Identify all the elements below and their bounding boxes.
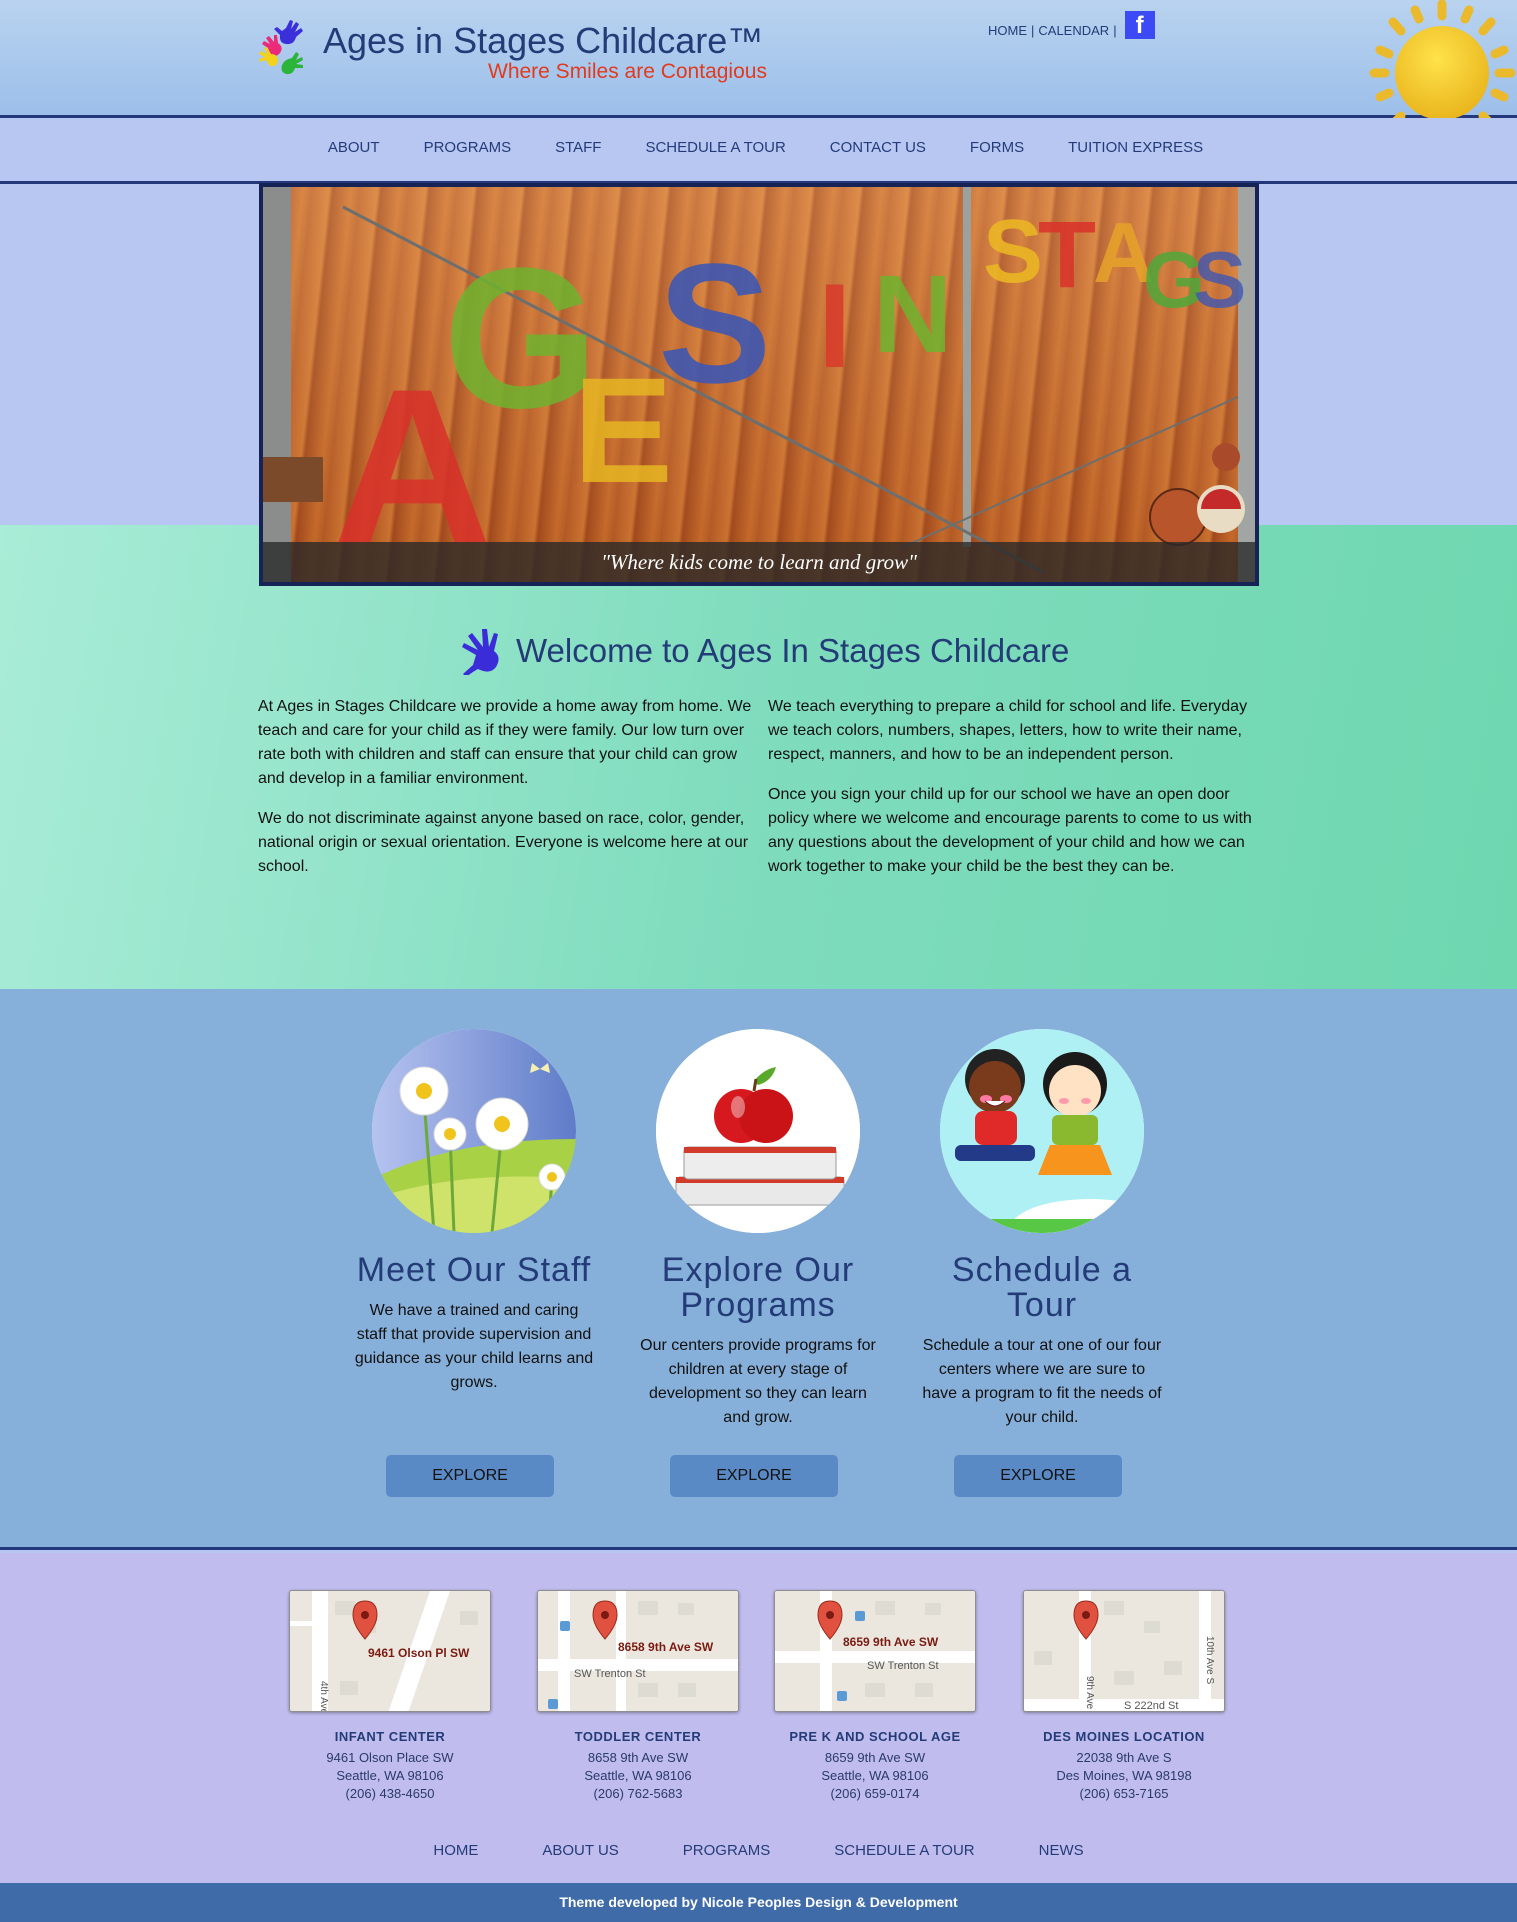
- nav-item-schedule-a-tour[interactable]: SCHEDULE A TOUR: [623, 139, 807, 156]
- fence-painting-image: A G E S I N S T A G S: [263, 187, 1255, 582]
- svg-text:T: T: [1038, 202, 1096, 308]
- welcome-paragraph: We teach everything to prepare a child f…: [768, 698, 1248, 763]
- svg-text:S: S: [983, 202, 1043, 302]
- location-city: Seattle, WA 98106: [336, 1768, 444, 1783]
- nav-item-contact-us[interactable]: CONTACT US: [808, 139, 948, 156]
- map-address-label: 9461 Olson Pl SW: [368, 1646, 470, 1660]
- map-street-label: S 222nd St: [1124, 1700, 1178, 1712]
- main-nav: ABOUT PROGRAMS STAFF SCHEDULE A TOUR CON…: [0, 118, 1517, 184]
- svg-text:I: I: [818, 259, 851, 393]
- explore-staff-button[interactable]: EXPLORE: [386, 1455, 554, 1497]
- map-street-label: 4th Ave SW: [318, 1681, 329, 1712]
- feature-title: Explore Our Programs: [661, 1251, 855, 1324]
- footer-nav-about-us[interactable]: ABOUT US: [510, 1842, 650, 1859]
- hero-image: A G E S I N S T A G S "Where kids come t…: [263, 187, 1255, 582]
- location-infant-center: 4th Ave SW 9461 Olson Pl SW INFANT CENTE…: [288, 1590, 492, 1803]
- feature-meet-our-staff: Meet Our Staff We have a trained and car…: [344, 1029, 604, 1497]
- nav-item-forms[interactable]: FORMS: [948, 139, 1046, 156]
- location-street: 8658 9th Ave SW: [587, 1750, 689, 1765]
- svg-text:N: N: [873, 253, 952, 376]
- explore-programs-button[interactable]: EXPLORE: [670, 1455, 838, 1497]
- nav-item-about[interactable]: ABOUT: [306, 139, 402, 156]
- footer-nav-news[interactable]: NEWS: [1007, 1842, 1116, 1859]
- welcome-paragraph: Once you sign your child up for our scho…: [768, 786, 1252, 875]
- locations-footer: 4th Ave SW 9461 Olson Pl SW INFANT CENTE…: [0, 1553, 1517, 1883]
- top-nav-separator: |: [1113, 22, 1117, 38]
- location-street: 8659 9th Ave SW: [824, 1750, 926, 1765]
- footer-nav-programs[interactable]: PROGRAMS: [651, 1842, 803, 1859]
- map-address-label: 8658 9th Ave SW: [618, 1640, 714, 1654]
- footer-nav-home[interactable]: HOME: [401, 1842, 510, 1859]
- location-phone[interactable]: (206) 653-7165: [1022, 1785, 1226, 1803]
- location-name: DES MOINES LOCATION: [1043, 1729, 1205, 1744]
- site-tagline: Where Smiles are Contagious: [488, 60, 767, 83]
- welcome-heading: Welcome to Ages In Stages Childcare: [516, 632, 1070, 669]
- map-street-label: SW Trenton St: [867, 1660, 939, 1672]
- location-name: PRE K AND SCHOOL AGE: [789, 1729, 961, 1744]
- footer-nav: HOME ABOUT US PROGRAMS SCHEDULE A TOUR N…: [0, 1842, 1517, 1859]
- footer-nav-schedule-a-tour[interactable]: SCHEDULE A TOUR: [802, 1842, 1006, 1859]
- feature-description: Schedule a tour at one of our four cente…: [922, 1337, 1162, 1426]
- location-name: TODDLER CENTER: [574, 1729, 702, 1744]
- location-phone[interactable]: (206) 438-4650: [288, 1785, 492, 1803]
- feature-description: We have a trained and caring staff that …: [354, 1302, 594, 1391]
- apple-books-image: [656, 1029, 860, 1233]
- location-street: 9461 Olson Place SW: [326, 1750, 454, 1765]
- feature-schedule-a-tour: Schedule a Tour Schedule a tour at one o…: [912, 1029, 1172, 1497]
- map-street-label: 10th Ave S: [1204, 1636, 1215, 1685]
- location-des-moines: S 222nd St 9th Ave 10th Ave S DES MOINES…: [1022, 1590, 1226, 1803]
- welcome-paragraph: We do not discriminate against anyone ba…: [258, 810, 749, 875]
- welcome-paragraph: At Ages in Stages Childcare we provide a…: [258, 698, 752, 787]
- location-phone[interactable]: (206) 762-5683: [536, 1785, 740, 1803]
- hand-icon: [462, 629, 499, 675]
- nav-item-programs[interactable]: PROGRAMS: [402, 139, 534, 156]
- location-street: 22038 9th Ave S: [1076, 1750, 1172, 1765]
- footer-credit: Theme developed by Nicole Peoples Design…: [0, 1883, 1517, 1922]
- location-pre-k-school-age: 8659 9th Ave SW SW Trenton St PRE K AND …: [773, 1590, 977, 1803]
- happy-kids-image: [940, 1029, 1144, 1233]
- nav-item-tuition-express[interactable]: TUITION EXPRESS: [1046, 139, 1225, 156]
- top-nav-separator: |: [1031, 22, 1035, 38]
- feature-title: Schedule a Tour: [951, 1251, 1133, 1324]
- top-nav: HOME | CALENDAR | f: [988, 11, 1155, 39]
- location-map[interactable]: S 222nd St 9th Ave 10th Ave S: [1023, 1590, 1225, 1712]
- map-address-label: 8659 9th Ave SW: [843, 1635, 939, 1649]
- welcome-text-left: At Ages in Stages Childcare we provide a…: [258, 695, 758, 895]
- location-map[interactable]: 8658 9th Ave SW SW Trenton St: [537, 1590, 739, 1712]
- welcome-background: [0, 525, 1517, 989]
- site-header: Ages in Stages Childcare™ Where Smiles a…: [0, 0, 1517, 147]
- feature-description: Our centers provide programs for childre…: [640, 1337, 876, 1426]
- explore-tour-button[interactable]: EXPLORE: [954, 1455, 1122, 1497]
- facebook-icon[interactable]: f: [1124, 11, 1155, 39]
- nav-item-staff[interactable]: STAFF: [533, 139, 623, 156]
- hero-caption: "Where kids come to learn and grow": [263, 542, 1255, 582]
- map-street-label: 9th Ave: [1084, 1676, 1095, 1710]
- location-city: Des Moines, WA 98198: [1056, 1768, 1192, 1783]
- location-name: INFANT CENTER: [334, 1729, 446, 1744]
- location-map[interactable]: 4th Ave SW 9461 Olson Pl SW: [289, 1590, 491, 1712]
- top-nav-calendar-link[interactable]: CALENDAR: [1038, 23, 1109, 38]
- hero-banner: A G E S I N S T A G S "Where kids come t…: [259, 183, 1259, 586]
- location-city: Seattle, WA 98106: [584, 1768, 692, 1783]
- map-street-label: SW Trenton St: [574, 1668, 646, 1680]
- top-nav-home-link[interactable]: HOME: [988, 23, 1027, 38]
- site-title[interactable]: Ages in Stages Childcare™: [323, 20, 763, 62]
- location-toddler-center: 8658 9th Ave SW SW Trenton St TODDLER CE…: [536, 1590, 740, 1803]
- welcome-text-right: We teach everything to prepare a child f…: [768, 695, 1268, 895]
- location-map[interactable]: 8659 9th Ave SW SW Trenton St: [774, 1590, 976, 1712]
- handprints-logo-icon[interactable]: [258, 18, 322, 76]
- location-city: Seattle, WA 98106: [821, 1768, 929, 1783]
- svg-text:S: S: [658, 229, 771, 419]
- daisies-image: [372, 1029, 576, 1233]
- location-phone[interactable]: (206) 659-0174: [773, 1785, 977, 1803]
- feature-explore-our-programs: Explore Our Programs Our centers provide…: [628, 1029, 888, 1497]
- features-section: Meet Our Staff We have a trained and car…: [0, 989, 1517, 1550]
- feature-title: Meet Our Staff: [356, 1251, 592, 1289]
- svg-text:S: S: [1193, 235, 1246, 324]
